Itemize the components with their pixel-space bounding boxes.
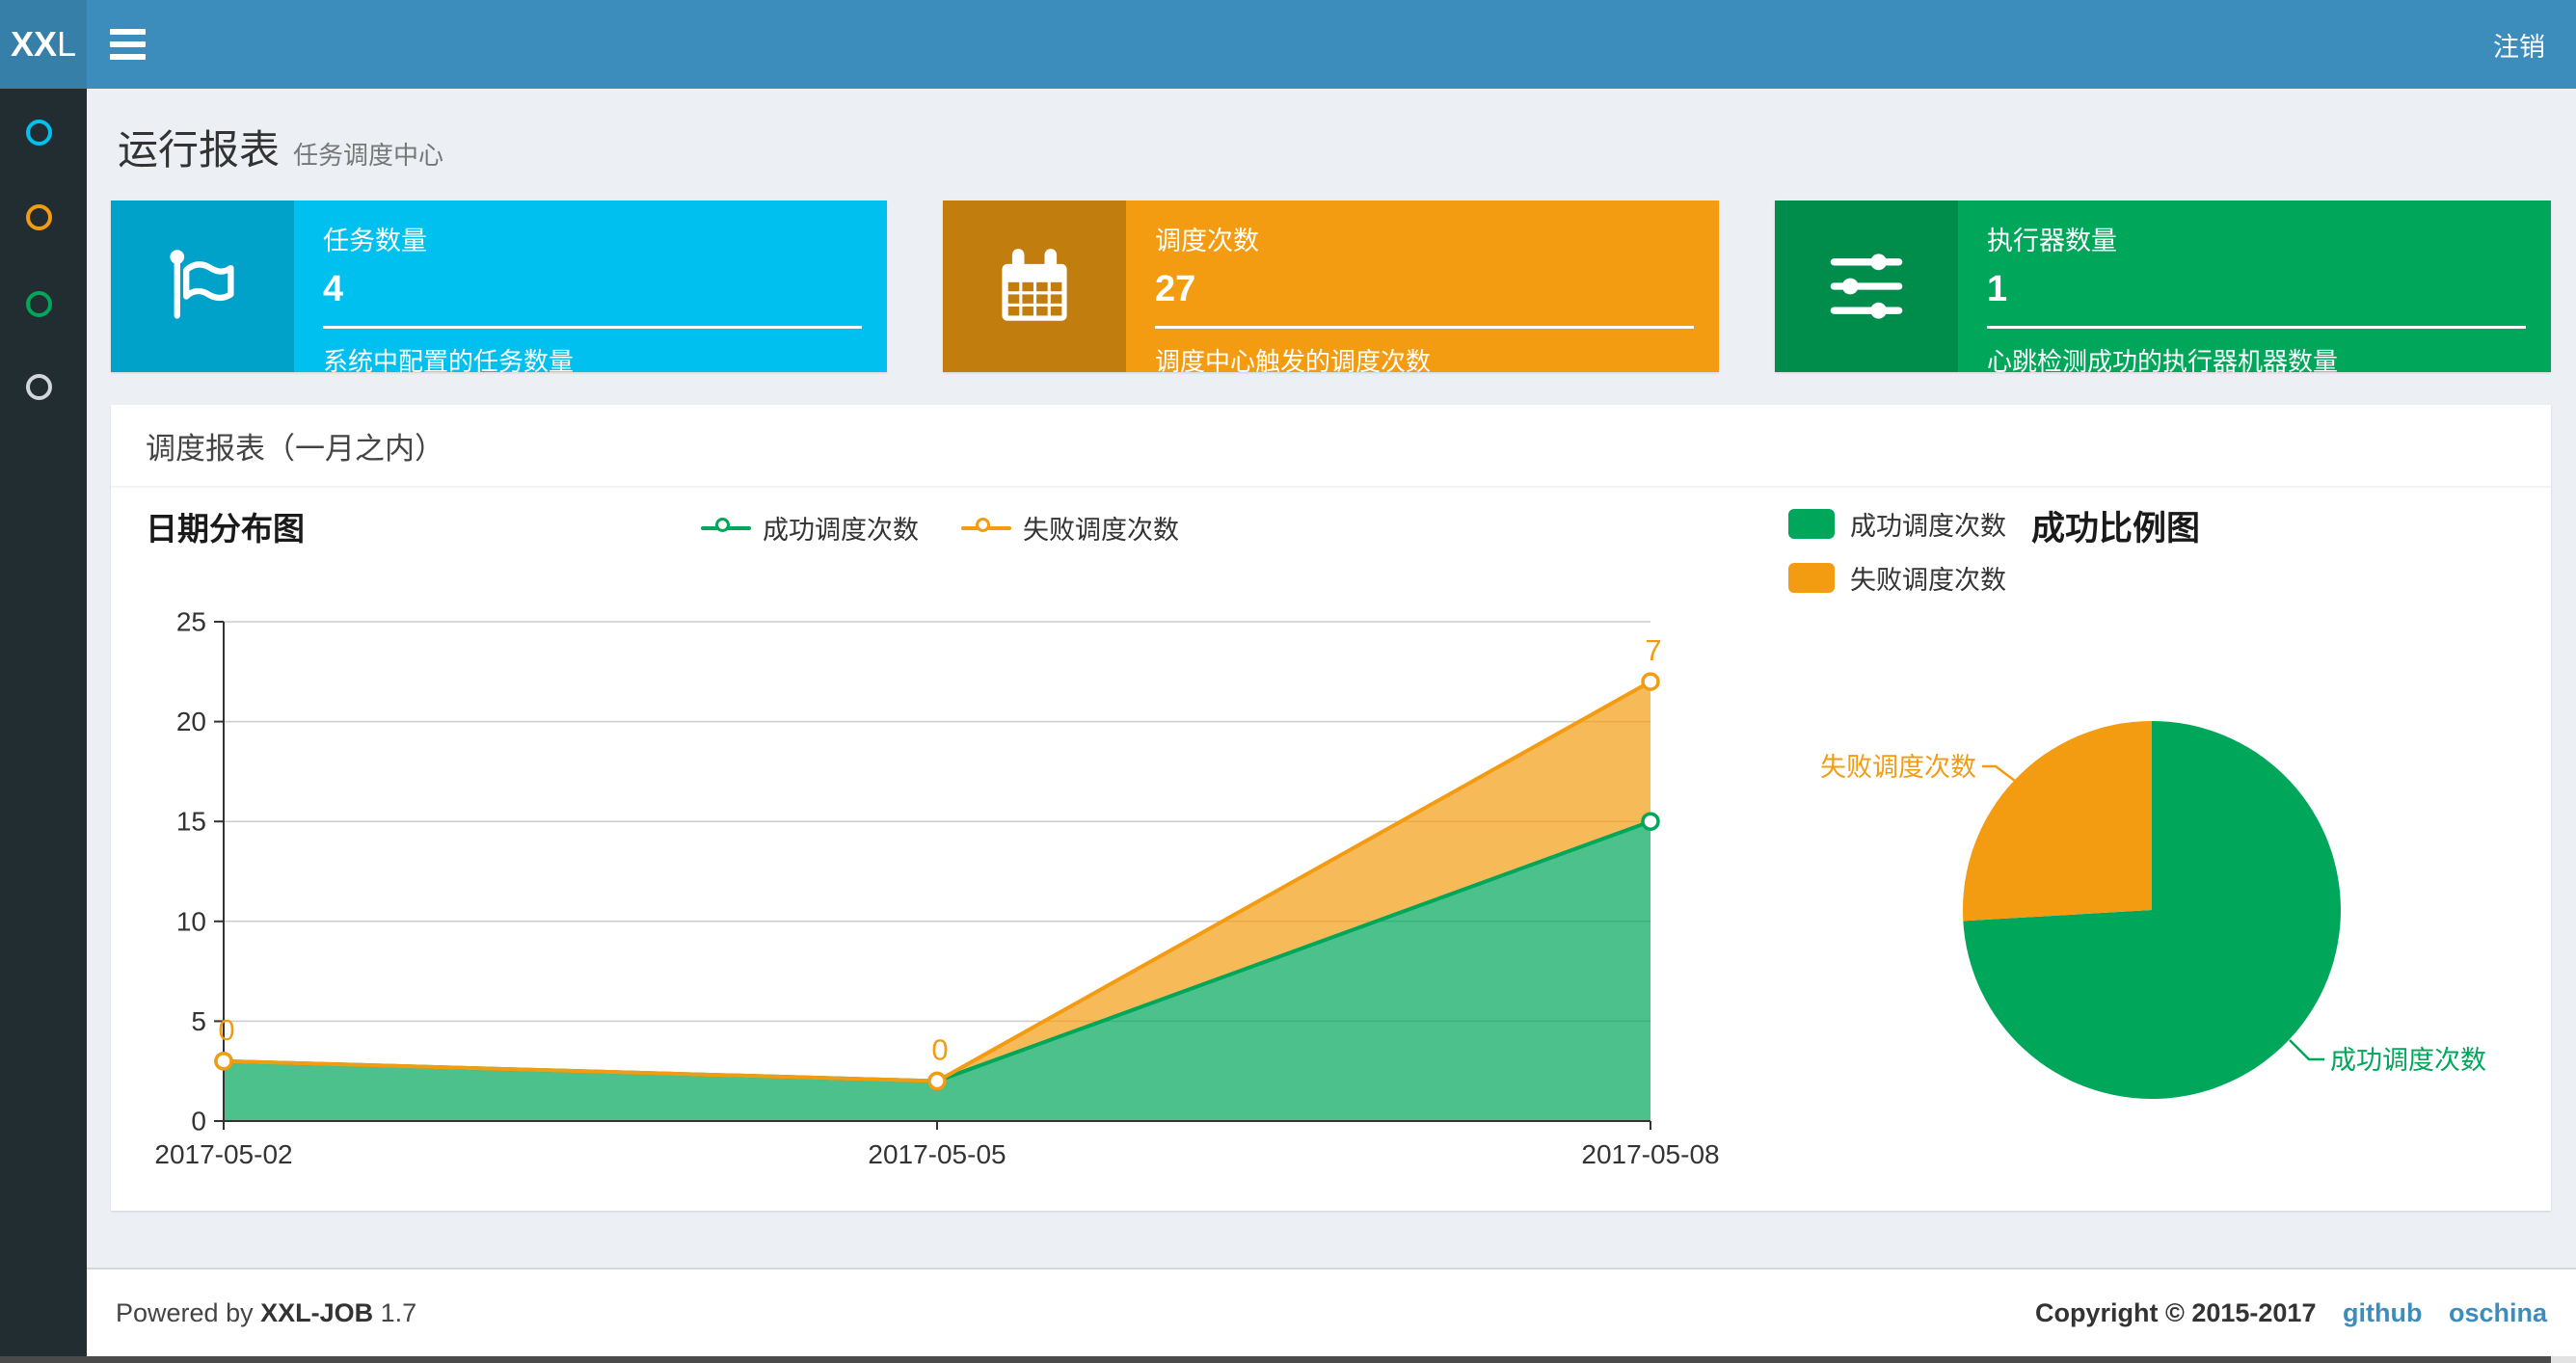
marker-fail xyxy=(214,1052,233,1071)
sidebar-toggle-button[interactable] xyxy=(87,0,168,89)
hamburger-icon xyxy=(109,29,146,35)
footer-right: Copyright © 2015-2017 github oschina xyxy=(2035,1298,2547,1328)
y-tick-label: 25 xyxy=(176,607,206,637)
divider xyxy=(1987,326,2526,329)
pie-callout-label-success: 成功调度次数 xyxy=(2330,1046,2486,1075)
success-ratio-pie-chart[interactable]: 失败调度次数 成功调度次数 xyxy=(1784,612,2545,1162)
logout-button[interactable]: 注销 xyxy=(2462,0,2576,89)
y-tick-label: 0 xyxy=(191,1107,206,1136)
info-box-triggers: 调度次数 27 调度中心触发的调度次数 xyxy=(943,200,1719,376)
github-link[interactable]: github xyxy=(2343,1298,2422,1327)
divider xyxy=(323,326,862,329)
pie-chart-title: 成功比例图 xyxy=(2031,510,2201,548)
x-tick-label: 2017-05-08 xyxy=(1581,1139,1719,1169)
x-tick-label: 2017-05-05 xyxy=(868,1139,1006,1169)
app-logo[interactable]: XX L xyxy=(0,0,87,89)
point-label-fail: 0 xyxy=(931,1033,948,1067)
page-title: 运行报表 xyxy=(118,127,281,173)
page-header: 运行报表 任务调度中心 xyxy=(118,118,443,176)
legend-item-success[interactable]: 成功调度次数 xyxy=(701,509,919,547)
line-marker-icon xyxy=(701,517,751,532)
y-tick-label: 20 xyxy=(176,707,206,736)
info-box-value: 4 xyxy=(323,269,344,309)
legend-item-fail[interactable]: 失败调度次数 xyxy=(1788,559,2006,597)
marker-success xyxy=(1641,812,1660,831)
pie-callout-line-fail xyxy=(1982,764,2016,782)
sidebar-item-1-circle-icon[interactable] xyxy=(26,120,52,146)
page-footer: Powered by XXL-JOB 1.7 Copyright © 2015-… xyxy=(87,1268,2576,1357)
line-chart-title: 日期分布图 xyxy=(146,511,305,547)
oschina-link[interactable]: oschina xyxy=(2449,1298,2547,1327)
xxl-job-dashboard: XX L 注销 运行报表 任务调度中心 任务数量 4 系统中配置的任务数量 调度… xyxy=(0,0,2576,1363)
info-box-title: 调度次数 xyxy=(1155,227,1259,255)
top-navbar: XX L 注销 xyxy=(0,0,2576,89)
y-tick-label: 15 xyxy=(176,807,206,837)
logo-text-light: L xyxy=(57,24,77,64)
legend-item-success[interactable]: 成功调度次数 xyxy=(1788,505,2006,543)
point-label-fail: 0 xyxy=(218,1013,234,1047)
copyright-text: Copyright © 2015-2017 xyxy=(2034,1298,2317,1327)
x-tick-label: 2017-05-02 xyxy=(154,1139,292,1169)
info-box-description: 心跳检测成功的执行器机器数量 xyxy=(1987,347,2339,376)
scrollbar-corner xyxy=(2551,1356,2576,1363)
sliders-icon xyxy=(1775,200,1958,372)
swatch-icon xyxy=(1788,563,1835,593)
marker-fail xyxy=(927,1071,947,1091)
y-tick-label: 5 xyxy=(191,1006,206,1036)
info-box-description: 调度中心触发的调度次数 xyxy=(1155,347,1432,376)
flag-icon xyxy=(111,200,294,372)
date-distribution-chart[interactable]: 05101520252017-05-02 2017-05-05 2017-05-08… xyxy=(135,588,1735,1215)
point-label-fail: 7 xyxy=(1645,633,1661,667)
footer-powered-by: Powered by XXL-JOB 1.7 xyxy=(116,1298,417,1327)
info-box-title: 执行器数量 xyxy=(1987,227,2117,255)
info-box-value: 27 xyxy=(1155,269,1196,309)
y-tick-label: 10 xyxy=(176,906,206,936)
report-panel: 调度报表（一月之内） 日期分布图 成功调度次数 失败调度次数 成功调度次数 失败… xyxy=(111,405,2551,1211)
line-chart-legend: 成功调度次数 失败调度次数 xyxy=(701,509,1179,547)
marker-fail xyxy=(1641,672,1660,691)
product-version: 1.7 xyxy=(380,1298,417,1327)
legend-item-fail[interactable]: 失败调度次数 xyxy=(961,509,1179,547)
info-box-title: 任务数量 xyxy=(323,227,427,255)
pie-slice-fail xyxy=(1962,721,2152,922)
sidebar-item-2-circle-icon[interactable] xyxy=(26,204,52,230)
info-box-jobs: 任务数量 4 系统中配置的任务数量 xyxy=(111,200,887,376)
calendar-icon xyxy=(943,200,1126,372)
horizontal-scrollbar[interactable] xyxy=(0,1356,2576,1363)
logo-text-bold: XX xyxy=(10,24,57,64)
product-name: XXL-JOB xyxy=(260,1298,374,1327)
sidebar-item-3-circle-icon[interactable] xyxy=(26,291,52,317)
pie-callout-line-success xyxy=(2289,1039,2324,1061)
sidebar-item-4-circle-icon[interactable] xyxy=(26,374,52,400)
info-box-value: 1 xyxy=(1987,269,2008,309)
info-box-executors: 执行器数量 1 心跳检测成功的执行器机器数量 xyxy=(1775,200,2551,376)
pie-callout-label-fail: 失败调度次数 xyxy=(1820,753,1976,782)
divider xyxy=(1155,326,1694,329)
line-marker-icon xyxy=(961,517,1011,532)
info-box-description: 系统中配置的任务数量 xyxy=(323,347,575,376)
pie-chart-legend: 成功调度次数 失败调度次数 xyxy=(1788,505,2006,597)
collapsed-sidebar xyxy=(0,89,87,1363)
swatch-icon xyxy=(1788,509,1835,539)
page-subtitle: 任务调度中心 xyxy=(293,141,444,170)
panel-title: 调度报表（一月之内） xyxy=(111,405,2551,488)
